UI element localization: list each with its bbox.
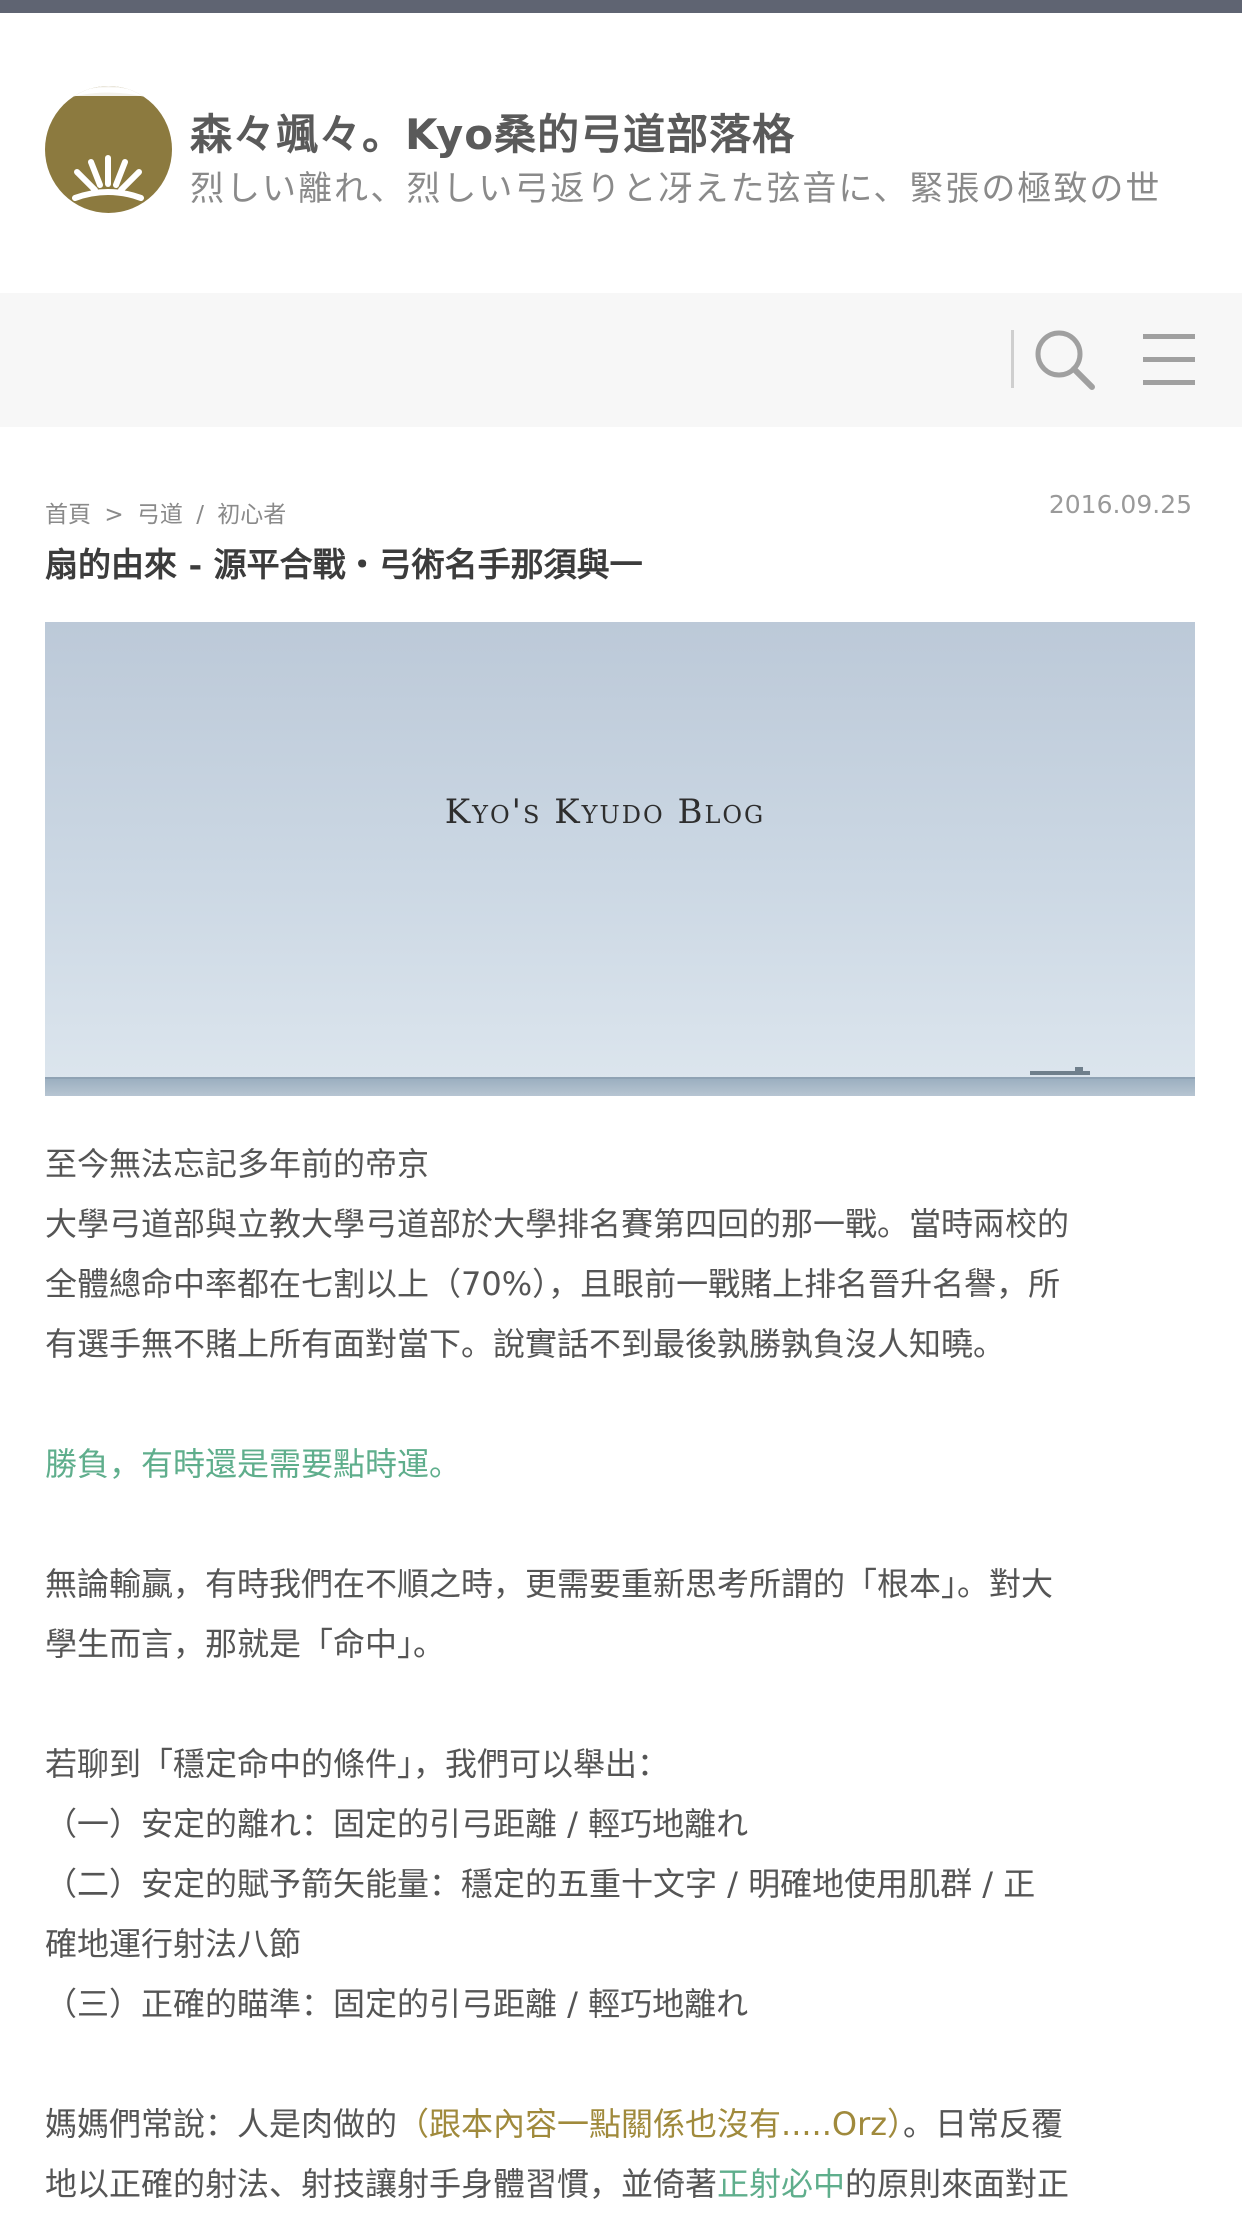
content-line: （二）安定的賦予箭矢能量：穩定的五重十文字 / 明確地使用肌群 / 正 bbox=[45, 1865, 1036, 1903]
content-text: 的原則來面對正 bbox=[845, 2165, 1070, 2203]
content-line: 學生而言，那就是「命中」。 bbox=[45, 1625, 446, 1663]
content-line: 有選手無不賭上所有面對當下。說實話不到最後孰勝孰負沒人知曉。 bbox=[45, 1325, 1006, 1363]
breadcrumb-separator: > bbox=[104, 502, 124, 528]
breadcrumb-separator: / bbox=[196, 502, 204, 528]
hero-image: Kyo's Kyudo Blog bbox=[45, 622, 1195, 1096]
breadcrumb-subcategory[interactable]: 初心者 bbox=[217, 502, 286, 528]
content-line: 大學弓道部與立教大學弓道部於大學排名賽第四回的那一戰。當時兩校的 bbox=[45, 1205, 1070, 1243]
content-line: 若聊到「穩定命中的條件」，我們可以舉出： bbox=[45, 1745, 670, 1783]
content-text: 地以正確的射法、射技讓射手身體習慣，並倚著 bbox=[45, 2165, 718, 2203]
content-line: 媽媽們常說：人是肉做的（跟本內容一點關係也沒有.....Orz）。日常反覆 bbox=[45, 2094, 1205, 2154]
content-text: 媽媽們常說：人是肉做的 bbox=[45, 2105, 398, 2143]
hamburger-menu-icon bbox=[1143, 334, 1195, 385]
site-logo[interactable] bbox=[45, 86, 172, 213]
search-button[interactable] bbox=[1030, 325, 1100, 395]
site-title[interactable]: 森々颯々。Kyo桑的弓道部落格 bbox=[190, 101, 795, 162]
fan-logo-icon bbox=[45, 86, 172, 201]
content-text: 。日常反覆 bbox=[903, 2105, 1064, 2143]
content-line: 無論輸贏，有時我們在不順之時，更需要重新思考所謂的「根本」。對大 bbox=[45, 1565, 1054, 1603]
hero-caption: Kyo's Kyudo Blog bbox=[444, 792, 766, 832]
content-line: 地以正確的射法、射技讓射手身體習慣，並倚著正射必中的原則來面對正 bbox=[45, 2154, 1205, 2214]
content-line: （一）安定的離れ：固定的引弓距離 / 輕巧地離れ bbox=[45, 1805, 749, 1843]
site-description: 烈しい離れ、烈しい弓返りと冴えた弦音に、緊張の極致の世 bbox=[190, 169, 1162, 209]
post-title: 扇的由來 - 源平合戰・弓術名手那須與一 bbox=[45, 545, 643, 584]
post-date: 2016.09.25 bbox=[1048, 490, 1192, 519]
breadcrumb-category[interactable]: 弓道 bbox=[137, 502, 183, 528]
highlight-term: 正射必中 bbox=[717, 2165, 846, 2203]
site-header: 森々颯々。Kyo桑的弓道部落格 烈しい離れ、烈しい弓返りと冴えた弦音に、緊張の極… bbox=[0, 13, 1242, 293]
content-line: 至今無法忘記多年前的帝京 bbox=[45, 1145, 430, 1183]
aside-note: （跟本內容一點關係也沒有.....Orz） bbox=[397, 2105, 904, 2143]
sky-sea-photo bbox=[45, 622, 1195, 1096]
top-bar bbox=[0, 0, 1242, 13]
nav-divider bbox=[1011, 330, 1014, 388]
content-line: （三）正確的瞄準：固定的引弓距離 / 輕巧地離れ bbox=[45, 1985, 749, 2023]
breadcrumb-home[interactable]: 首頁 bbox=[45, 502, 91, 528]
content-line: 全體總命中率都在七割以上（70%），且眼前一戰賭上排名晉升名譽，所 bbox=[45, 1265, 1061, 1303]
highlight-quote: 勝負，有時還是需要點時運。 bbox=[45, 1445, 462, 1483]
search-icon bbox=[1035, 330, 1095, 390]
post-content: 至今無法忘記多年前的帝京 大學弓道部與立教大學弓道部於大學排名賽第四回的那一戰。… bbox=[45, 1134, 1205, 2214]
content-line: 確地運行射法八節 bbox=[45, 1925, 302, 1963]
breadcrumb: 首頁 > 弓道 / 初心者 bbox=[45, 495, 292, 529]
menu-button[interactable] bbox=[1135, 325, 1205, 395]
